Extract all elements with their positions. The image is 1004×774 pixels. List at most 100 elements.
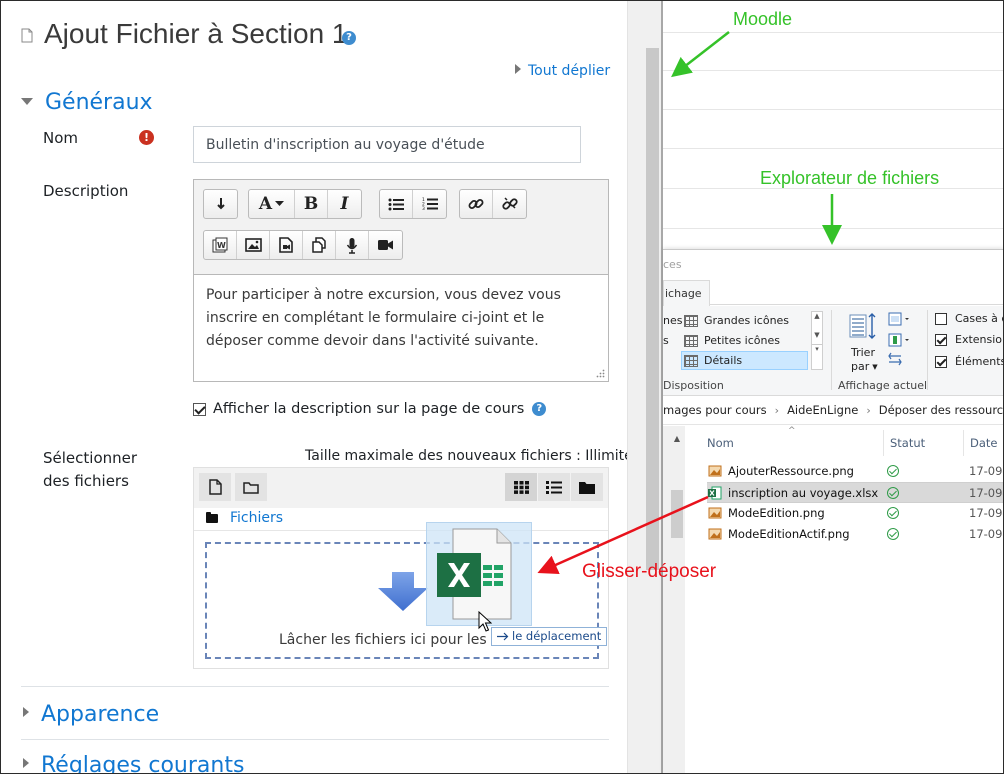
files-path-link[interactable]: Fichiers [230,510,283,526]
annotation-explorer: Explorateur de fichiers [760,168,940,188]
explorer-ribbon: nes s Grandes icônes Petites icônes Déta… [663,306,1004,396]
page-scrollbar-thumb[interactable] [646,48,659,570]
file-name: inscription au voyage.xlsx [728,486,879,500]
help-icon[interactable]: ? [342,31,356,45]
view-tree-button[interactable] [571,473,603,501]
name-input[interactable] [193,126,581,163]
paragraph-icon[interactable] [204,190,237,218]
unordered-list-icon[interactable] [380,190,413,218]
background-line [663,148,1004,149]
file-row[interactable]: inscription au voyage.xlsx 17-09- [707,482,1004,503]
details-icon [684,354,698,367]
media-icon[interactable] [270,231,303,259]
text-style-icon[interactable]: A [249,190,295,218]
file-row[interactable]: ModeEdition.png 17-09- [707,503,1004,524]
expand-all-label: Tout déplier [528,63,611,79]
ribbon-large-icons[interactable]: Grandes icônes [684,314,789,327]
breadcrumb-segment[interactable]: Déposer des ressources [879,403,1004,417]
image-file-icon [708,465,722,477]
ribbon-details[interactable]: Détails [684,354,742,367]
show-description-checkbox[interactable] [193,402,206,416]
ordered-list-icon[interactable]: 123 [413,190,446,218]
sync-status-icon [887,487,899,499]
ribbon-extensions-option[interactable]: Extension [935,333,1004,346]
file-path-breadcrumb[interactable]: Fichiers [206,510,283,526]
file-row[interactable]: ModeEditionActif.png 17-09- [707,524,1004,545]
expand-caret-icon [23,758,29,768]
add-file-button[interactable] [199,473,231,501]
ribbon-small-icons[interactable]: Petites icônes [684,334,780,347]
sort-by-icon [849,313,876,339]
show-description-option[interactable]: Afficher la description sur la page de c… [193,401,547,417]
section-separator [21,739,609,740]
description-editor: A B I 123 W Pour participer à notre excu… [193,179,609,382]
page-title: Ajout Fichier à Section 1 [44,18,348,49]
file-name: ModeEditionActif.png [728,527,850,541]
view-options-icons[interactable] [887,312,911,372]
nav-pane-scrollbar-thumb[interactable] [671,490,683,538]
italic-icon[interactable]: I [328,190,361,218]
ribbon-layout-scroll[interactable]: ▲ ▼ ▾ [811,311,823,370]
ribbon-extensions-label: Extension [955,333,1004,346]
file-icon [208,479,222,495]
background-line [663,70,1004,71]
checkbox-checked[interactable] [935,333,947,346]
resize-grip-icon[interactable] [596,369,605,378]
unlink-icon[interactable] [493,190,526,218]
column-header-name[interactable]: Nom [707,436,734,450]
explorer-title: ces [663,258,682,271]
section-appearance-header[interactable]: Apparence [23,702,159,727]
ribbon-sort-label[interactable]: Trier [851,346,875,359]
nav-pane-scrollbar[interactable]: ▲ [663,426,685,774]
show-description-label: Afficher la description sur la page de c… [213,401,525,417]
create-folder-button[interactable] [235,473,267,501]
column-separator[interactable] [883,430,884,456]
drag-tooltip-label: le déplacement [512,629,602,643]
view-list-button[interactable] [538,473,570,501]
ribbon-separator [831,310,832,390]
description-textarea[interactable]: Pour participer à notre excursion, vous … [194,274,608,381]
file-name: ModeEdition.png [728,506,825,520]
section-common-header[interactable]: Réglages courants [23,753,244,773]
ribbon-items-option[interactable]: Éléments [935,355,1004,368]
record-audio-icon[interactable] [336,231,369,259]
checkbox-unchecked[interactable] [935,312,947,325]
bold-icon[interactable]: B [295,190,328,218]
column-header-status[interactable]: Statut [890,436,925,450]
tab-display[interactable]: ichage [663,280,710,306]
small-icons-icon [684,334,698,347]
expand-caret-icon [515,64,521,74]
file-row[interactable]: AjouterRessource.png 17-09- [707,461,1004,482]
address-bar[interactable]: mages pour cours › AideEnLigne › Déposer des… [663,397,1004,425]
ribbon-checkboxes-option[interactable]: Cases à c [935,312,1004,325]
expand-all-link[interactable]: Tout déplier [515,63,610,79]
ribbon-sort-by[interactable]: par ▼ [851,360,878,373]
max-size-text: Taille maximale des nouveaux fichiers : … [305,448,627,464]
section-general-header[interactable]: Généraux [21,90,153,115]
scroll-up-icon[interactable]: ▲ [669,434,685,443]
help-icon[interactable]: ? [532,402,547,416]
section-general-label: Généraux [45,90,153,115]
breadcrumb-segment[interactable]: AideEnLigne [787,403,858,417]
file-manager-toolbar [194,468,608,508]
image-icon[interactable] [237,231,270,259]
view-icons-button[interactable] [505,473,537,501]
column-header-date[interactable]: Date [970,436,998,450]
link-icon[interactable] [460,190,493,218]
word-paste-icon[interactable]: W [204,231,237,259]
sync-status-icon [887,507,899,519]
mouse-cursor-icon [478,611,492,632]
annotation-moodle: Moodle [733,9,793,29]
ribbon-sort-by-label: par [851,360,870,373]
manage-files-icon[interactable] [303,231,336,259]
breadcrumb-chevron-icon: › [866,404,871,417]
breadcrumb-segment[interactable]: mages pour cours [663,403,767,417]
ribbon-fragment: nes [663,314,683,327]
checkbox-checked[interactable] [935,355,947,368]
description-label: Description [43,182,129,200]
dropdown-caret-icon: ▼ [872,362,878,371]
column-separator[interactable] [963,430,964,456]
background-line [663,228,1004,229]
record-video-icon[interactable] [369,231,402,259]
collapse-caret-icon [21,98,33,105]
